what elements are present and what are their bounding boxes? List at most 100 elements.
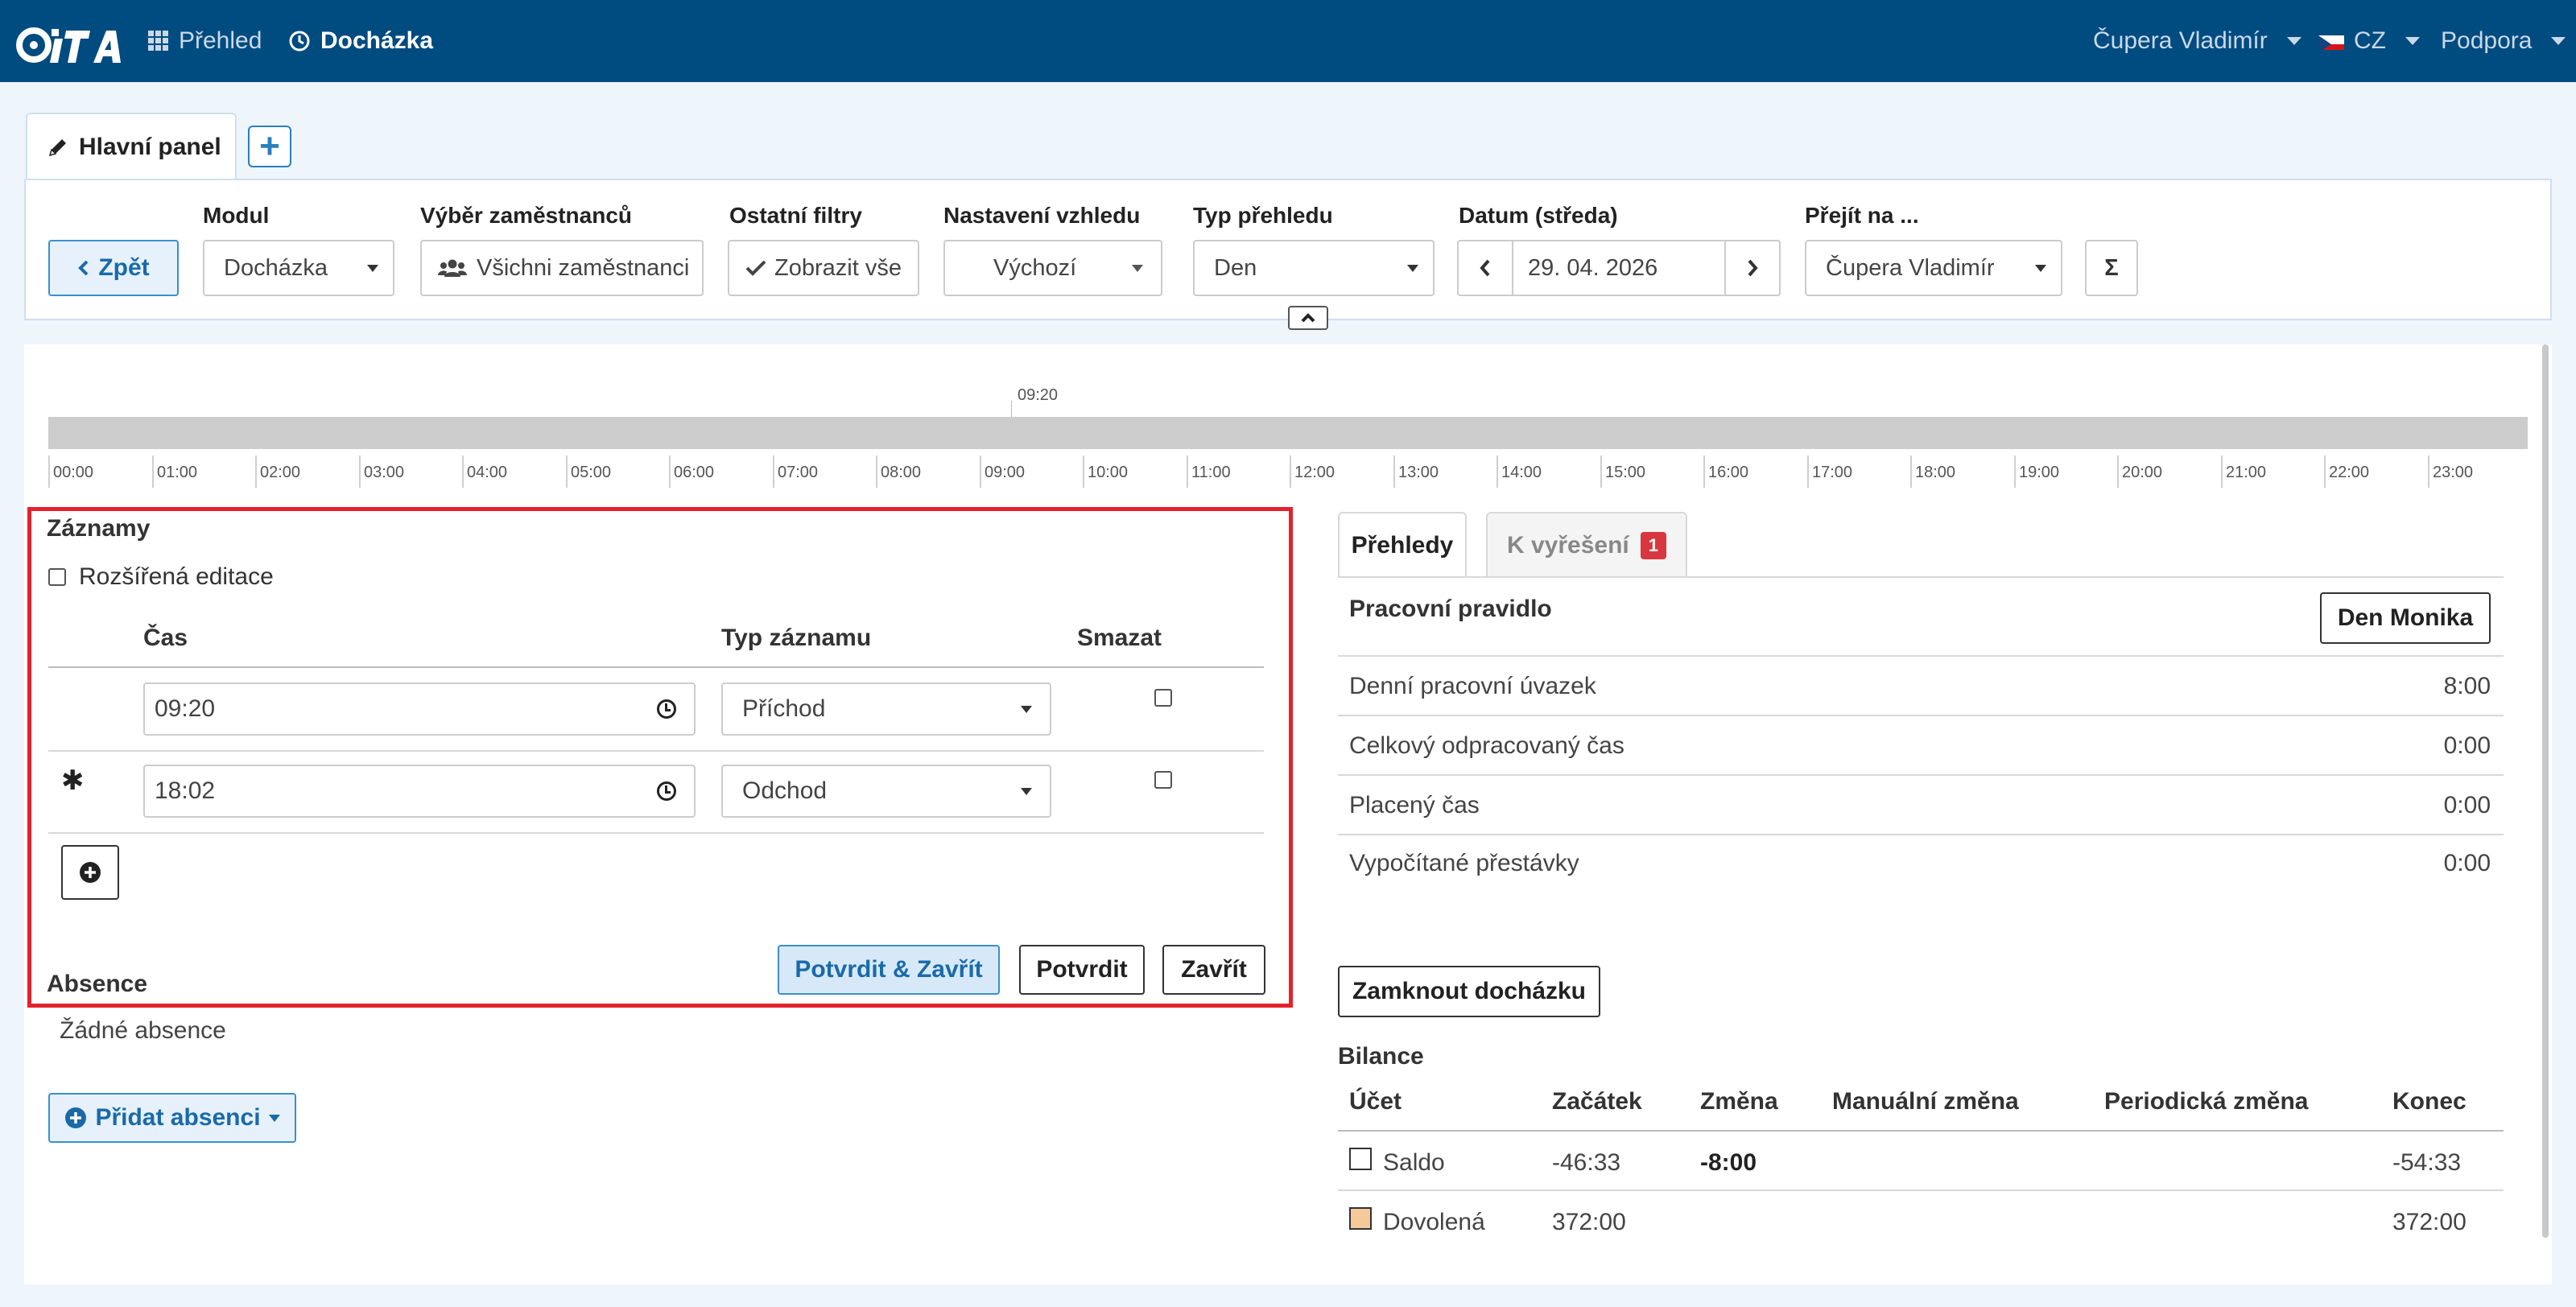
sigma-icon: Σ xyxy=(2104,254,2119,281)
balance-col-account: Účet xyxy=(1349,1088,1402,1115)
timeline-tick xyxy=(255,456,257,488)
timeline-tick xyxy=(2014,456,2016,488)
top-navbar: Přehled Docházka Čupera Vladimír CZ Podp… xyxy=(0,0,2576,82)
tab-main-label: Hlavní panel xyxy=(79,134,221,160)
timeline-bar[interactable] xyxy=(48,417,2528,449)
timeline-tick xyxy=(2324,456,2326,488)
saldo-account: Saldo xyxy=(1383,1149,1445,1176)
record-type-select[interactable]: Odchod xyxy=(721,765,1051,818)
row-divider xyxy=(1338,834,2504,835)
caret-down-icon xyxy=(2035,264,2046,272)
balance-col-start: Začátek xyxy=(1552,1088,1642,1115)
chevron-right-icon xyxy=(1748,259,1758,277)
absence-empty-text: Žádné absence xyxy=(60,1017,226,1044)
timeline-tick xyxy=(359,456,361,488)
caret-down-icon xyxy=(268,1114,280,1122)
col-time-header: Čas xyxy=(143,625,188,651)
extended-edit-checkbox[interactable] xyxy=(48,568,66,586)
support-menu[interactable]: Podpora xyxy=(2441,0,2566,82)
user-name: Čupera Vladimír xyxy=(2093,27,2268,54)
prev-date-button[interactable] xyxy=(1457,240,1513,296)
balance-col-periodic: Periodická změna xyxy=(2104,1088,2309,1115)
cita-logo[interactable] xyxy=(16,21,124,66)
saldo-start: -46:33 xyxy=(1552,1149,1621,1176)
goto-label: Přejít na ... xyxy=(1805,203,1919,228)
overview-type-label: Typ přehledu xyxy=(1193,203,1333,228)
lock-attendance-button[interactable]: Zamknout docházku xyxy=(1338,966,1600,1017)
users-icon xyxy=(438,259,467,277)
timeline-hour-label: 18:00 xyxy=(1915,464,1956,481)
tab-main-panel[interactable]: Hlavní panel xyxy=(26,113,237,180)
record-type-value: Příchod xyxy=(742,695,826,722)
timeline-hour-label: 16:00 xyxy=(1708,464,1749,481)
next-date-button[interactable] xyxy=(1724,240,1781,296)
add-absence-button[interactable]: Přidat absenci xyxy=(48,1093,296,1143)
scrollbar[interactable] xyxy=(2542,344,2549,1238)
record-type-select[interactable]: Příchod xyxy=(721,682,1051,736)
appearance-value: Výchozí xyxy=(993,254,1077,281)
tabs-divider xyxy=(1338,576,2504,578)
records-title: Záznamy xyxy=(47,515,151,542)
col-delete-header: Smazat xyxy=(1077,625,1162,651)
goto-select[interactable]: Čupera Vladimír xyxy=(1805,240,2062,296)
confirm-close-button[interactable]: Potvrdit & Zavřít xyxy=(778,945,1000,995)
date-input[interactable]: 29. 04. 2026 xyxy=(1512,240,1726,296)
modul-select[interactable]: Docházka xyxy=(203,240,394,296)
time-value: 09:20 xyxy=(155,695,216,722)
row-divider xyxy=(1338,774,2504,776)
appearance-select[interactable]: Výchozí xyxy=(943,240,1162,296)
paid-time-label: Placený čas xyxy=(1349,792,1480,818)
confirm-button[interactable]: Potvrdit xyxy=(1019,945,1145,995)
time-input[interactable]: 09:20 xyxy=(143,682,696,736)
work-rule-button[interactable]: Den Monika xyxy=(2320,592,2491,644)
caret-down-icon xyxy=(1407,264,1418,272)
tab-overview[interactable]: Přehledy xyxy=(1338,512,1467,578)
language-label: CZ xyxy=(2354,27,2386,54)
caret-down-icon xyxy=(1132,264,1143,272)
plus-circle-icon xyxy=(65,1107,87,1128)
timeline-tick xyxy=(876,456,877,488)
add-record-button[interactable] xyxy=(61,845,119,900)
work-rule-label: Pracovní pravidlo xyxy=(1349,596,1552,622)
timeline-hour-label: 01:00 xyxy=(157,464,198,481)
grid-icon xyxy=(148,31,168,51)
clock-icon[interactable] xyxy=(657,781,676,801)
collapse-filters-button[interactable] xyxy=(1288,306,1328,330)
employees-value: Všichni zaměstnanci xyxy=(477,254,690,281)
time-input[interactable]: 18:02 xyxy=(143,765,696,818)
plus-icon: + xyxy=(259,126,280,166)
other-filters-button[interactable]: Zobrazit vše xyxy=(728,240,919,296)
sum-button[interactable]: Σ xyxy=(2085,240,2138,296)
employees-button[interactable]: Všichni zaměstnanci xyxy=(420,240,704,296)
timeline-tick xyxy=(2117,456,2119,488)
timeline-tick xyxy=(566,456,568,488)
date-value: 29. 04. 2026 xyxy=(1528,254,1658,281)
clock-icon[interactable] xyxy=(657,699,676,719)
paid-time-value: 0:00 xyxy=(2443,792,2491,818)
timeline-hour-label: 04:00 xyxy=(467,464,508,481)
back-button[interactable]: Zpět xyxy=(48,240,179,296)
delete-checkbox[interactable] xyxy=(1154,771,1172,789)
add-tab-button[interactable]: + xyxy=(248,126,291,167)
balance-col-manual: Manuální změna xyxy=(1832,1088,2019,1115)
tab-to-resolve[interactable]: K vyřešení 1 xyxy=(1486,512,1687,578)
row-divider xyxy=(1338,715,2504,716)
overview-type-select[interactable]: Den xyxy=(1193,240,1435,296)
timeline-hour-label: 09:00 xyxy=(985,464,1026,481)
timeline-tick xyxy=(2428,456,2429,488)
record-type-value: Odchod xyxy=(742,777,828,804)
timeline-marker xyxy=(1011,401,1012,418)
delete-checkbox[interactable] xyxy=(1154,689,1172,707)
timeline-hour-label: 15:00 xyxy=(1605,464,1646,481)
caret-down-icon xyxy=(1021,787,1032,795)
user-menu[interactable]: Čupera Vladimír xyxy=(2093,0,2301,82)
nav-dochazka[interactable]: Docházka xyxy=(288,0,433,82)
close-button[interactable]: Zavřít xyxy=(1162,945,1265,995)
chevron-down-icon xyxy=(2405,37,2420,45)
vacation-color-swatch xyxy=(1349,1207,1372,1230)
timeline-tick xyxy=(1496,456,1498,488)
nav-prehled[interactable]: Přehled xyxy=(148,0,262,82)
timeline-tick xyxy=(1807,456,1809,488)
language-menu[interactable]: CZ xyxy=(2318,0,2420,82)
timeline-tick xyxy=(152,456,154,488)
